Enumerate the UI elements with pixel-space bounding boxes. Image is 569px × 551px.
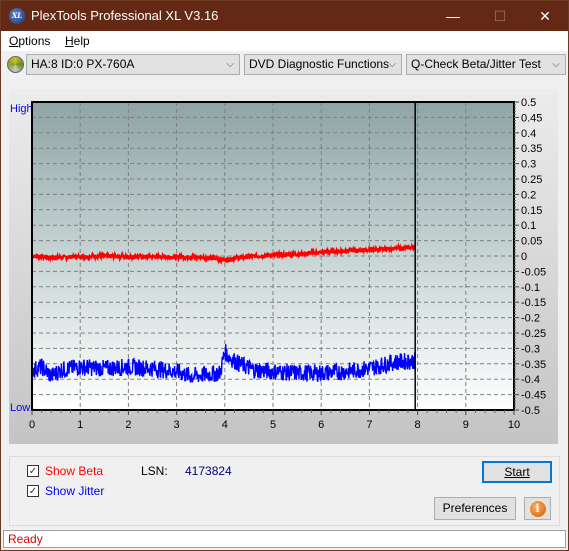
x-tick-label: 9 bbox=[463, 419, 469, 431]
y-axis-right: 0.5 0.45 0.4 0.35 0.3 0.25 0.2 0.15 0.1 0.05 0 -0.0… bbox=[514, 97, 546, 417]
x-tick-label: 3 bbox=[174, 419, 180, 431]
status-bar: Ready bbox=[3, 530, 566, 548]
y-tick-label: 0.05 bbox=[521, 236, 542, 248]
menu-bar: Options Help bbox=[1, 31, 568, 51]
y-tick-label: -0.35 bbox=[521, 359, 546, 371]
lsn-value: 4173824 bbox=[185, 464, 232, 478]
function-select-value: DVD Diagnostic Functions bbox=[249, 57, 390, 71]
y-tick-label: 0.5 bbox=[521, 97, 536, 109]
chart-panel: High Low 0 1 2 3 4 5 6 7 8 9 10 0.5 0.45 0.4 0.35 0.3 0… bbox=[9, 89, 558, 444]
chevron-down-icon: ⌵ bbox=[552, 59, 560, 70]
y-tick-label: 0.35 bbox=[521, 143, 542, 155]
menu-help-label: elp bbox=[73, 34, 90, 48]
preferences-button[interactable]: Preferences bbox=[434, 497, 516, 520]
menu-options-mnemonic: O bbox=[9, 34, 19, 48]
y-tick-label: 0.3 bbox=[521, 159, 536, 171]
y-tick-label: -0.2 bbox=[521, 313, 540, 325]
test-select-value: Q-Check Beta/Jitter Test bbox=[411, 57, 541, 71]
checkmark-icon: ✓ bbox=[28, 466, 38, 477]
checkmark-icon: ✓ bbox=[28, 486, 38, 497]
show-jitter-text: Show Jitter bbox=[45, 484, 105, 498]
y-tick-label: 0.25 bbox=[521, 174, 542, 186]
x-tick-label: 4 bbox=[222, 419, 228, 431]
chevron-down-icon: ⌵ bbox=[226, 59, 234, 70]
app-window: XL PlexTools Professional XL V3.16 — ☐ ✕… bbox=[0, 0, 569, 551]
y-tick-label: 0 bbox=[521, 251, 527, 263]
menu-help-mnemonic: H bbox=[65, 34, 74, 48]
beta-jitter-chart: High Low 0 1 2 3 4 5 6 7 8 9 10 0.50.450.40.350.30… bbox=[10, 97, 546, 431]
y-tick-label: 0.1 bbox=[521, 220, 536, 232]
y-axis-low-label: Low bbox=[10, 402, 30, 414]
function-select[interactable]: DVD Diagnostic Functions ⌵ bbox=[244, 54, 402, 75]
y-tick-label: 0.15 bbox=[521, 205, 542, 217]
y-tick-label: 0.4 bbox=[521, 128, 536, 140]
x-tick-label: 1 bbox=[77, 419, 83, 431]
maximize-button[interactable]: ☐ bbox=[477, 1, 523, 31]
show-beta-checkbox[interactable]: ✓ bbox=[27, 465, 39, 477]
chevron-down-icon: ⌵ bbox=[388, 59, 396, 70]
x-tick-label: 8 bbox=[415, 419, 421, 431]
title-bar: XL PlexTools Professional XL V3.16 — ☐ ✕ bbox=[1, 1, 568, 31]
app-logo-icon: XL bbox=[9, 8, 25, 24]
lsn-label: LSN: bbox=[141, 464, 168, 478]
show-jitter-label[interactable]: Show Jitter bbox=[45, 484, 104, 498]
x-tick-label: 5 bbox=[270, 419, 276, 431]
start-button[interactable]: Start bbox=[482, 461, 552, 483]
y-tick-label: -0.25 bbox=[521, 328, 546, 340]
controls-panel: ✓ Show Beta ✓ Show Jitter LSN: 4173824 S… bbox=[9, 456, 560, 526]
y-tick-label: -0.05 bbox=[521, 266, 546, 278]
x-tick-label: 2 bbox=[125, 419, 131, 431]
y-tick-label: -0.45 bbox=[521, 390, 546, 402]
drive-select[interactable]: HA:8 ID:0 PX-760A ⌵ bbox=[26, 54, 240, 75]
y-axis-high-label: High bbox=[10, 103, 33, 115]
menu-options-label: ptions bbox=[18, 34, 51, 48]
y-tick-label: -0.5 bbox=[521, 405, 540, 417]
drive-select-value: HA:8 ID:0 PX-760A bbox=[31, 57, 135, 71]
preferences-button-label: Preferences bbox=[442, 501, 508, 515]
x-tick-label: 10 bbox=[508, 419, 520, 431]
toolbar: HA:8 ID:0 PX-760A ⌵ DVD Diagnostic Funct… bbox=[1, 51, 568, 79]
y-tick-label: -0.4 bbox=[521, 374, 540, 386]
show-jitter-checkbox[interactable]: ✓ bbox=[27, 485, 39, 497]
show-beta-label[interactable]: Show Beta bbox=[45, 464, 103, 478]
y-tick-label: 0.2 bbox=[521, 189, 536, 201]
info-button[interactable]: i bbox=[524, 497, 551, 520]
start-button-label: Start bbox=[504, 465, 530, 479]
x-axis: 0 1 2 3 4 5 6 7 8 9 10 bbox=[29, 410, 520, 431]
close-button[interactable]: ✕ bbox=[522, 1, 568, 31]
y-tick-label: -0.1 bbox=[521, 282, 540, 294]
menu-help[interactable]: Help bbox=[65, 34, 90, 48]
minimize-button[interactable]: — bbox=[430, 1, 476, 31]
y-tick-label: 0.45 bbox=[521, 112, 542, 124]
x-tick-label: 0 bbox=[29, 419, 35, 431]
show-beta-text: Show Beta bbox=[45, 464, 104, 478]
test-select[interactable]: Q-Check Beta/Jitter Test ⌵ bbox=[406, 54, 566, 75]
x-tick-label: 7 bbox=[366, 419, 372, 431]
info-icon: i bbox=[529, 501, 546, 517]
y-tick-label: -0.3 bbox=[521, 343, 540, 355]
window-title: PlexTools Professional XL V3.16 bbox=[31, 8, 219, 23]
x-tick-label: 6 bbox=[318, 419, 324, 431]
y-tick-label: -0.15 bbox=[521, 297, 546, 309]
disc-drive-icon bbox=[7, 56, 24, 73]
menu-options[interactable]: Options bbox=[9, 34, 50, 48]
